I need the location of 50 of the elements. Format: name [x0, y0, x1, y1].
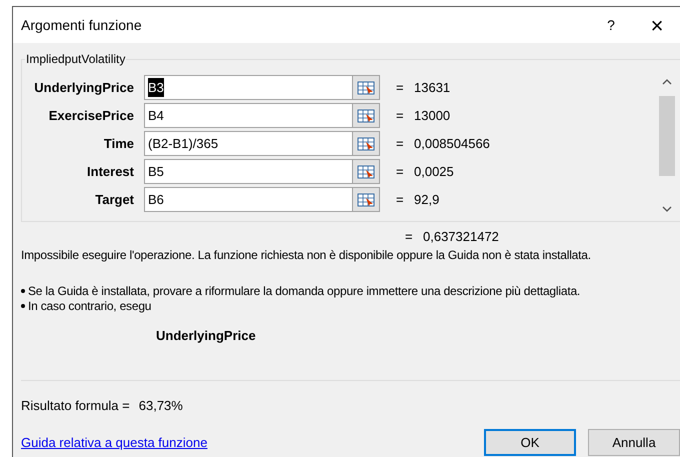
bullet-icon	[21, 304, 25, 308]
argument-field[interactable]: (B2-B1)/365	[144, 131, 353, 156]
help-link[interactable]: Guida relativa a questa funzione	[21, 432, 484, 452]
bullet-icon	[21, 288, 25, 292]
help-text: In caso contrario, esegu	[28, 298, 152, 314]
argument-result: 0,008504566	[414, 134, 490, 153]
range-select-button[interactable]	[353, 103, 380, 128]
range-select-button[interactable]	[353, 159, 380, 184]
scroll-up-icon[interactable]	[662, 79, 672, 85]
range-select-button[interactable]	[353, 131, 380, 156]
equals-sign: =	[396, 78, 405, 97]
equals-sign: =	[396, 190, 405, 209]
function-name: ImpliedputVolatility	[25, 51, 126, 67]
argument-label: Time	[102, 134, 135, 153]
argument-label: UnderlyingPrice	[33, 78, 135, 97]
equals-sign: =	[405, 228, 414, 245]
argument-field[interactable]: B5	[144, 159, 353, 184]
range-select-button[interactable]	[353, 187, 380, 212]
formula-result-label: Risultato formula =	[21, 397, 130, 414]
table-arrow-icon	[357, 164, 375, 178]
argument-field[interactable]: B3	[144, 75, 353, 100]
equals-sign: =	[396, 162, 405, 181]
formula-result: 63,73%	[138, 397, 183, 414]
argument-label: Interest	[86, 162, 135, 181]
argument-result: 13000	[414, 106, 450, 125]
argument-result: 0,0025	[414, 162, 454, 181]
function-description: Impossibile eseguire l'operazione. La funzione richiesta non è disponibile oppure la Guida non è stata installata.	[21, 247, 592, 263]
help-button[interactable]: ?	[588, 7, 634, 43]
argument-result: 13631	[414, 78, 450, 97]
function-result: 0,637321472	[423, 228, 499, 245]
window-title: Argomenti funzione	[21, 16, 143, 35]
table-arrow-icon	[357, 192, 375, 206]
argument-result: 92,9	[414, 190, 440, 209]
cancel-button[interactable]: Annulla	[588, 429, 680, 456]
close-button[interactable]: ×	[634, 7, 680, 43]
help-text: Se la Guida è installata, provare a riformulare la domanda oppure immettere una descrizione più dettagliata.	[28, 282, 580, 300]
scrollbar-thumb[interactable]	[659, 96, 675, 176]
argument-label: ExercisePrice	[48, 106, 135, 125]
equals-sign: =	[396, 106, 405, 125]
argument-label: Target	[94, 190, 135, 209]
table-arrow-icon	[357, 80, 375, 94]
ok-button[interactable]: OK	[484, 429, 576, 456]
equals-sign: =	[396, 134, 405, 153]
argument-field[interactable]: B4	[144, 103, 353, 128]
table-arrow-icon	[357, 136, 375, 150]
range-select-button[interactable]	[353, 75, 380, 100]
table-arrow-icon	[357, 108, 375, 122]
argument-field[interactable]: B6	[144, 187, 353, 212]
scroll-down-icon[interactable]	[662, 206, 672, 212]
argument-name: UnderlyingPrice	[156, 327, 256, 344]
